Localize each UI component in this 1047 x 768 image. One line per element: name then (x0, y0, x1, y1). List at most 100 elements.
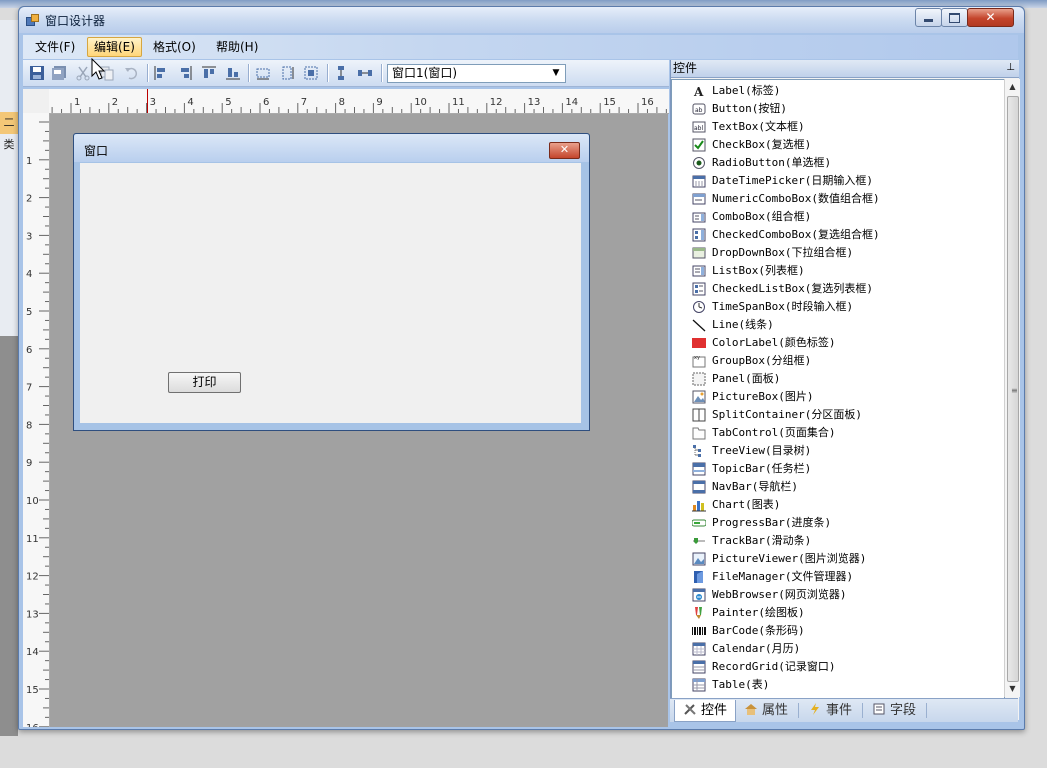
scrollbar-thumb[interactable]: ≡ (1007, 96, 1019, 682)
save-icon[interactable] (29, 65, 45, 81)
object-selector-combo[interactable]: 窗口1(窗口) ▼ (387, 64, 566, 83)
tab-properties[interactable]: 属性 (740, 700, 792, 721)
ruler-tick-label: 7 (26, 383, 32, 394)
same-width-icon[interactable] (255, 65, 271, 81)
control-item-progressbar[interactable]: ProgressBar(进度条) (691, 514, 1000, 532)
vertical-ruler-ticks: 12345678910111213141516 (26, 121, 49, 727)
control-item-label: SplitContainer(分区面板) (712, 408, 862, 421)
control-item-label: TextBox(文本框) (712, 120, 805, 133)
control-item-listbox[interactable]: ListBox(列表框) (692, 262, 1000, 280)
control-item-checkedlistbox[interactable]: CheckedListBox(复选列表框) (692, 280, 1000, 298)
ruler-tick-label: 15 (26, 685, 39, 696)
control-item-pictureviewer[interactable]: PictureViewer(图片浏览器) (692, 550, 1000, 568)
control-item-label: CheckedListBox(复选列表框) (712, 282, 873, 295)
align-right-icon[interactable] (177, 65, 193, 81)
save-all-icon[interactable] (51, 65, 67, 81)
control-item-label: Painter(绘图板) (712, 606, 805, 619)
design-form-client-area[interactable]: 打印 (80, 163, 581, 423)
maximize-button[interactable] (941, 8, 968, 27)
control-item-table[interactable]: Table(表) (692, 676, 1000, 694)
control-item-colorlabel[interactable]: ColorLabel(颜色标签) (692, 334, 1000, 352)
align-left-icon[interactable] (153, 65, 169, 81)
control-item-button[interactable]: ab Button(按钮) (692, 100, 1000, 118)
window-title: 窗口设计器 (45, 14, 106, 28)
controls-list-scrollbar[interactable]: ▲ ≡ ▼ (1004, 79, 1020, 697)
minimize-button[interactable] (915, 8, 942, 27)
control-item-recordgrid[interactable]: RecordGrid(记录窗口) (692, 658, 1000, 676)
control-item-label: RecordGrid(记录窗口) (712, 660, 836, 673)
horizontal-spacing-icon[interactable] (357, 65, 373, 81)
control-item-groupbox[interactable]: xy GroupBox(分组框) (692, 352, 1000, 370)
control-item-topicbar[interactable]: TopicBar(任务栏) (692, 460, 1000, 478)
scroll-down-icon[interactable]: ▼ (1005, 681, 1020, 697)
control-item-textbox[interactable]: abl TextBox(文本框) (692, 118, 1000, 136)
pin-icon[interactable]: ⊥ (1006, 62, 1015, 74)
tools-icon (683, 702, 697, 716)
scroll-up-icon[interactable]: ▲ (1005, 79, 1020, 95)
control-item-picturebox[interactable]: PictureBox(图片) (692, 388, 1000, 406)
design-form[interactable]: 窗口 ✕ 打印 (73, 133, 590, 431)
control-item-treeview[interactable]: TreeView(目录树) (692, 442, 1000, 460)
control-item-radiobutton[interactable]: RadioButton(单选框) (692, 154, 1000, 172)
control-item-dropdownbox[interactable]: DropDownBox(下拉组合框) (692, 244, 1000, 262)
cut-icon[interactable] (75, 65, 91, 81)
toolbar-separator (327, 64, 329, 82)
control-item-line[interactable]: Line(线条) (692, 316, 1000, 334)
menu-file[interactable]: 文件(F) (29, 38, 81, 56)
tab-separator (862, 703, 863, 718)
control-item-checkbox[interactable]: CheckBox(复选框) (692, 136, 1000, 154)
menu-format[interactable]: 格式(O) (147, 38, 202, 56)
control-item-webbrowser[interactable]: WebBrowser(网页浏览器) (692, 586, 1000, 604)
control-item-navbar[interactable]: NavBar(导航栏) (692, 478, 1000, 496)
design-form-close-button[interactable]: ✕ (549, 142, 580, 159)
control-item-timespanbox[interactable]: TimeSpanBox(时段输入框) (692, 298, 1000, 316)
control-item-label: CheckBox(复选框) (712, 138, 812, 151)
print-button[interactable]: 打印 (168, 372, 241, 393)
control-item-filemanager[interactable]: FileManager(文件管理器) (692, 568, 1000, 586)
control-item-chart[interactable]: Chart(图表) (692, 496, 1000, 514)
control-item-label: TopicBar(任务栏) (712, 462, 812, 475)
chevron-down-icon[interactable]: ▼ (549, 66, 563, 81)
align-top-icon[interactable] (201, 65, 217, 81)
recordgrid-icon (692, 660, 706, 674)
align-bottom-icon[interactable] (225, 65, 241, 81)
vertical-spacing-icon[interactable] (333, 65, 349, 81)
control-item-barcode[interactable]: BarCode(条形码) (692, 622, 1000, 640)
control-item-splitcontainer[interactable]: SplitContainer(分区面板) (692, 406, 1000, 424)
desktop-left-tab[interactable]: 二类 (0, 112, 18, 151)
control-item-label[interactable]: A Label(标签) (692, 82, 1000, 100)
control-item-trackbar[interactable]: TrackBar(滑动条) (692, 532, 1000, 550)
menu-help[interactable]: 帮助(H) (210, 38, 264, 56)
control-item-checkedcombobox[interactable]: CheckedComboBox(复选组合框) (692, 226, 1000, 244)
close-button[interactable]: ✕ (967, 8, 1014, 27)
ruler-tick-label: 11 (452, 97, 465, 108)
undo-icon[interactable] (123, 65, 139, 81)
ruler-corner (23, 89, 50, 114)
control-item-tabcontrol[interactable]: TabControl(页面集合) (692, 424, 1000, 442)
topicbar-icon (692, 462, 706, 476)
control-item-label: ListBox(列表框) (712, 264, 805, 277)
control-item-painter[interactable]: Painter(绘图板) (692, 604, 1000, 622)
desktop-left-gray (0, 336, 18, 736)
title-bar[interactable]: 窗口设计器 ✕ (19, 7, 1024, 33)
properties-icon (744, 702, 758, 716)
control-item-calendar[interactable]: Calendar(月历) (692, 640, 1000, 658)
svg-text:xy: xy (694, 355, 700, 361)
ruler-tick-label: 2 (112, 97, 118, 108)
timespanbox-icon (692, 300, 706, 314)
same-height-icon[interactable] (279, 65, 295, 81)
control-item-numericcombobox[interactable]: NumericComboBox(数值组合框) (692, 190, 1000, 208)
control-item-panel[interactable]: Panel(面板) (692, 370, 1000, 388)
same-size-icon[interactable] (303, 65, 319, 81)
control-item-datetimepicker[interactable]: DateTimePicker(日期输入框) (692, 172, 1000, 190)
ruler-tick-label: 6 (26, 345, 32, 356)
control-item-label: TrackBar(滑动条) (712, 534, 812, 547)
design-form-title-bar[interactable]: 窗口 ✕ (74, 134, 589, 162)
tab-controls[interactable]: 控件 (674, 700, 737, 722)
tab-fields[interactable]: 字段 (868, 700, 920, 721)
control-item-combobox[interactable]: ComboBox(组合框) (692, 208, 1000, 226)
design-form-title: 窗口 (84, 144, 109, 158)
ruler-tick-label: 9 (26, 458, 32, 469)
tab-events[interactable]: 事件 (804, 700, 856, 721)
menu-edit[interactable]: 编辑(E) (87, 37, 142, 57)
